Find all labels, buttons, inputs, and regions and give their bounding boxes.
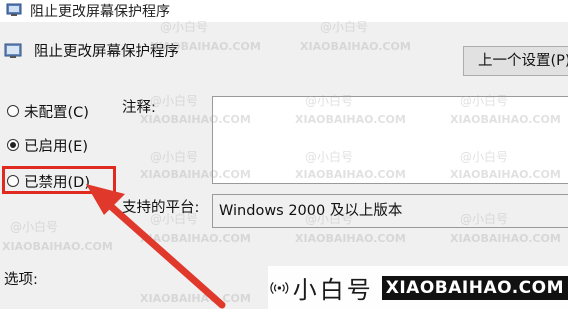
radio-circle-icon[interactable] (7, 105, 19, 117)
watermark-domain: XIAOBAIHAO.COM (300, 40, 411, 53)
watermark-domain: XIAOBAIHAO.COM (2, 240, 113, 253)
highlight-rectangle (2, 166, 116, 194)
watermark-at: @小白号 (150, 150, 199, 164)
radio-enabled[interactable]: 已启用(E) (7, 134, 88, 156)
brand-watermark: 小白号 XIAOBAIHAO.COM (268, 266, 568, 309)
platform-value-box: Windows 2000 及以上版本 (212, 194, 568, 228)
watermark-domain: XIAOBAIHAO.COM (450, 168, 561, 181)
radio-label-enabled: 已启用(E) (24, 138, 88, 155)
watermark-at: @小白号 (305, 150, 354, 164)
watermark-domain: XIAOBAIHAO.COM (140, 113, 251, 126)
broadcast-icon (270, 281, 289, 294)
options-label: 选项: (4, 272, 38, 288)
watermark-at: @小白号 (10, 220, 59, 234)
watermark-at: @小白号 (320, 20, 369, 34)
watermark-at: @小白号 (460, 150, 509, 164)
watermark-domain: XIAOBAIHAO.COM (450, 232, 561, 245)
watermark-domain: XIAOBAIHAO.COM (295, 168, 406, 181)
radio-label-unconfigured: 未配置(C) (24, 104, 89, 121)
brand-name: 小白号 (292, 276, 374, 304)
watermark-at: @小白号 (460, 94, 509, 108)
watermark-domain: XIAOBAIHAO.COM (140, 168, 251, 181)
watermark-domain: XIAOBAIHAO.COM (150, 40, 261, 53)
policy-icon (4, 43, 22, 58)
brand-domain: XIAOBAIHAO.COM (381, 275, 568, 300)
watermark-domain: XIAOBAIHAO.COM (295, 232, 406, 245)
watermark-at: @小白号 (150, 94, 199, 108)
watermark-at: @小白号 (150, 212, 199, 226)
watermark-at: @小白号 (305, 94, 354, 108)
watermark-at: @小白号 (160, 20, 209, 34)
watermark-at: @小白号 (460, 212, 509, 226)
watermark-domain: XIAOBAIHAO.COM (295, 113, 406, 126)
watermark-domain: XIAOBAIHAO.COM (450, 113, 561, 126)
policy-window-icon (6, 3, 22, 16)
previous-setting-button[interactable]: 上一个设置(P) (463, 46, 568, 76)
watermark-at: @小白号 (305, 212, 354, 226)
watermark-domain: XIAOBAIHAO.COM (140, 232, 251, 245)
watermark-domain: XIAOBAIHAO.COM (140, 292, 251, 305)
window-title: 阻止更改屏幕保护程序 (30, 4, 170, 20)
radio-checked-icon[interactable] (7, 139, 19, 151)
radio-unconfigured[interactable]: 未配置(C) (7, 100, 89, 122)
